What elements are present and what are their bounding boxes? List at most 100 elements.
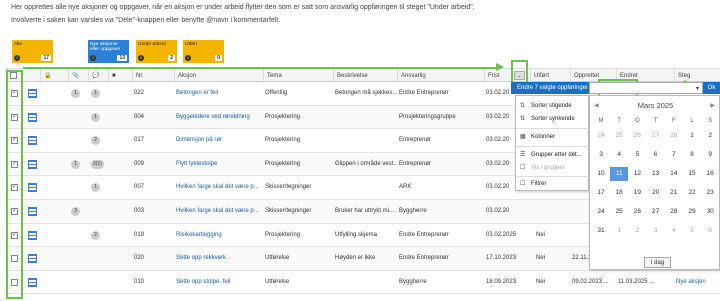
calendar-day[interactable]: 4 <box>610 148 628 162</box>
calendar-day[interactable]: 2 <box>628 224 646 238</box>
calendar-day[interactable]: 11 <box>610 167 629 181</box>
table-icon[interactable] <box>28 112 37 122</box>
calendar-day[interactable]: 28 <box>665 205 683 219</box>
table-icon[interactable] <box>28 254 37 264</box>
col-beskrivelse[interactable]: Beskrivelse <box>333 69 397 83</box>
calendar-day[interactable]: 27 <box>647 129 665 143</box>
menu-divider <box>516 146 590 147</box>
cell-aksjon[interactable]: Dimensjon på rør <box>176 129 262 152</box>
calendar-day[interactable]: 10 <box>592 167 610 181</box>
menu-divider <box>516 176 590 177</box>
cell-aksjon[interactable]: Betongen er feil <box>176 82 262 105</box>
calendar-day[interactable]: 5 <box>683 224 701 238</box>
calendar-day[interactable]: 7 <box>665 148 683 162</box>
calendar-day[interactable]: 15 <box>683 167 701 181</box>
cell-aksjon[interactable]: Risikokartlegging <box>176 224 262 247</box>
cell-beskrivelse: Glippen i område vest... <box>335 160 397 167</box>
calendar-day[interactable]: 5 <box>628 148 646 162</box>
cell-ansvarlig: Prosjekteringsgruppe <box>399 113 456 120</box>
calendar-day[interactable]: 26 <box>628 205 646 219</box>
status-tile[interactable]: Alle i 17 <box>12 40 53 63</box>
table-icon[interactable] <box>28 183 37 193</box>
table-icon[interactable] <box>28 277 37 287</box>
calendar-day[interactable]: 13 <box>647 167 665 181</box>
tile-label: Utført <box>185 42 197 47</box>
calendar-day[interactable]: 9 <box>701 148 719 162</box>
cell-aksjon[interactable]: Sette opp rekkverk <box>176 247 262 270</box>
calendar-day[interactable]: 25 <box>610 205 628 219</box>
calendar-day[interactable]: 22 <box>683 186 701 200</box>
table-icon[interactable] <box>28 89 37 98</box>
calendar-day[interactable]: 16 <box>701 167 719 181</box>
calendar-day[interactable]: 25 <box>610 129 628 143</box>
calendar-day[interactable]: 3 <box>592 148 610 162</box>
calendar-day[interactable]: 19 <box>628 186 646 200</box>
tile-count: 13 <box>117 55 127 61</box>
table-icon[interactable] <box>28 136 37 146</box>
menu-divider <box>516 128 590 129</box>
today-button[interactable]: I dag <box>644 257 671 268</box>
table-row[interactable]: 010 Sette opp stolpe, feil Utførelse Bygghe… <box>6 271 720 295</box>
cell-aksjon[interactable]: Hvilken farge skal det være p... <box>176 200 262 223</box>
calendar-day[interactable]: 6 <box>701 224 719 238</box>
next-month-icon[interactable]: ▶ <box>710 102 715 109</box>
col-utfort[interactable]: Utført <box>530 69 570 83</box>
status-tile[interactable]: Utført i 0 <box>183 40 224 63</box>
calendar-day[interactable]: 1 <box>683 129 701 143</box>
col-nr[interactable]: Nr. <box>132 69 174 83</box>
calendar-day[interactable]: 18 <box>610 186 628 200</box>
cell-aksjon[interactable]: Hvilken farge skal det være p... <box>176 176 262 199</box>
menu-label: Vis i grupper <box>531 165 565 171</box>
calendar-day[interactable]: 4 <box>665 224 683 238</box>
calendar-day[interactable]: 1 <box>610 224 628 238</box>
cell-aksjon[interactable]: Byggeledere ved røreldning <box>176 106 262 129</box>
calendar-day[interactable]: 8 <box>683 148 701 162</box>
calendar-day[interactable]: 20 <box>647 186 665 200</box>
cell-frist: 03.02.2025 <box>486 231 517 238</box>
calendar-day[interactable]: 30 <box>701 205 719 219</box>
cell-aksjon[interactable]: Flytt lyktestolpe <box>176 153 262 176</box>
col-tema[interactable]: Tema <box>263 69 333 83</box>
calendar-day[interactable]: 29 <box>683 205 701 219</box>
calendar-day[interactable]: 24 <box>592 205 610 219</box>
cell-tema: Offentlig <box>265 90 288 96</box>
chevron-down-icon[interactable]: ▾ <box>696 83 699 95</box>
ok-button[interactable]: Ok <box>703 82 720 94</box>
info-icon: i <box>90 55 96 61</box>
table-icon[interactable] <box>28 207 37 216</box>
menu-sort-desc[interactable]: ⇅ Sorter synkende <box>516 113 590 126</box>
status-tile[interactable]: Nye aksjoner eller oppgaver i 13 <box>88 40 129 63</box>
col-steg[interactable]: Steg <box>674 69 720 83</box>
table-icon[interactable] <box>28 159 37 169</box>
calendar-day[interactable]: 28 <box>665 129 683 143</box>
menu-columns[interactable]: ▦ Kolonner <box>516 131 590 144</box>
menu-group-by[interactable]: ☰ Grupper etter det... <box>516 149 590 162</box>
calendar-day[interactable]: 24 <box>592 129 610 143</box>
status-tile[interactable]: Under arbeid i 2 <box>136 40 177 63</box>
calendar-day[interactable]: 17 <box>592 186 610 200</box>
calendar-day[interactable]: 3 <box>647 224 665 238</box>
col-aksjon[interactable]: Aksjon <box>174 69 263 83</box>
calendar-day[interactable]: 23 <box>701 186 719 200</box>
table-icon[interactable] <box>28 230 37 240</box>
weekday-label: M <box>598 118 604 124</box>
cell-tema: Prosjektering <box>265 231 301 238</box>
date-input[interactable]: ▾ <box>589 82 703 94</box>
calendar-day[interactable]: 26 <box>628 129 646 143</box>
cell-steg[interactable]: Nye aksjon <box>676 271 720 294</box>
cell-ansvarlig: Endre Entreprenør <box>399 255 449 262</box>
comment-count: 2 <box>91 136 100 146</box>
calendar-day[interactable]: 2 <box>701 129 719 143</box>
cell-tema: Prosjektering <box>265 160 301 167</box>
calendar-day[interactable]: 6 <box>647 148 665 162</box>
calendar-day[interactable]: 14 <box>665 167 683 181</box>
menu-sort-asc[interactable]: ⇅ Sorter stigende <box>516 100 590 113</box>
col-ansvarlig[interactable]: Ansvarlig <box>397 69 484 83</box>
calendar-day[interactable]: 27 <box>647 205 665 219</box>
calendar-day[interactable]: 12 <box>628 167 646 181</box>
cell-aksjon[interactable]: Sette opp stolpe, feil <box>176 271 262 294</box>
menu-filter[interactable]: ☐ Filtrer <box>516 178 590 191</box>
comment-icon: 💬 <box>88 69 108 83</box>
calendar-day[interactable]: 21 <box>665 186 683 200</box>
calendar-day[interactable]: 31 <box>592 224 610 238</box>
